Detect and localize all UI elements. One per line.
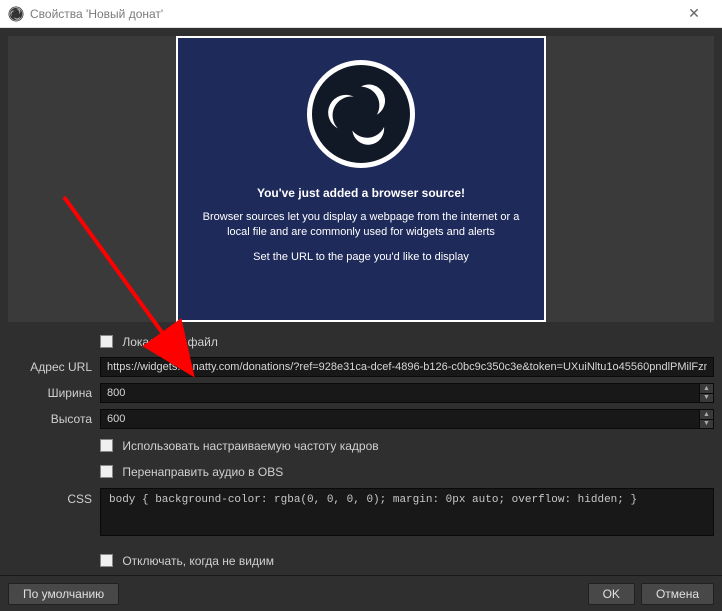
shutdown-label: Отключать, когда не видим: [122, 553, 274, 567]
preview-description: Browser sources let you display a webpag…: [200, 210, 522, 241]
css-label: CSS: [8, 488, 100, 506]
local-file-label: Локальный файл: [122, 334, 218, 348]
window-title: Свойства 'Новый донат': [30, 7, 674, 21]
height-label: Высота: [8, 412, 100, 426]
width-input[interactable]: [100, 383, 714, 403]
dialog-content: You've just added a browser source! Brow…: [0, 28, 722, 575]
width-label: Ширина: [8, 386, 100, 400]
css-input[interactable]: [100, 488, 714, 536]
dialog-footer: По умолчанию OK Отмена: [0, 575, 722, 611]
obs-app-icon: [8, 6, 24, 22]
custom-fps-checkbox[interactable]: [100, 439, 113, 452]
width-spin-down[interactable]: ▼: [699, 394, 713, 403]
window-close-button[interactable]: ✕: [674, 0, 714, 28]
ok-button[interactable]: OK: [588, 583, 635, 605]
shutdown-checkbox[interactable]: [100, 554, 113, 567]
defaults-button[interactable]: По умолчанию: [8, 583, 119, 605]
url-input[interactable]: [100, 357, 714, 377]
reroute-audio-checkbox[interactable]: [100, 465, 113, 478]
height-spin-up[interactable]: ▲: [699, 410, 713, 420]
height-input[interactable]: [100, 409, 714, 429]
cancel-button[interactable]: Отмена: [641, 583, 714, 605]
width-spin-up[interactable]: ▲: [699, 384, 713, 394]
local-file-checkbox[interactable]: [100, 335, 113, 348]
custom-fps-label: Использовать настраиваемую частоту кадро…: [122, 438, 378, 452]
preview-area: You've just added a browser source! Brow…: [8, 36, 714, 322]
browser-source-preview: You've just added a browser source! Brow…: [176, 36, 546, 322]
reroute-audio-label: Перенаправить аудио в OBS: [122, 464, 283, 478]
titlebar: Свойства 'Новый донат' ✕: [0, 0, 722, 28]
properties-form: Локальный файл Адрес URL Ширина ▲ ▼ Высо…: [8, 330, 714, 571]
preview-instruction: Set the URL to the page you'd like to di…: [253, 251, 469, 263]
url-label: Адрес URL: [8, 360, 100, 374]
height-spin-down[interactable]: ▼: [699, 420, 713, 429]
preview-heading: You've just added a browser source!: [257, 186, 465, 200]
obs-logo-icon: [307, 60, 415, 168]
